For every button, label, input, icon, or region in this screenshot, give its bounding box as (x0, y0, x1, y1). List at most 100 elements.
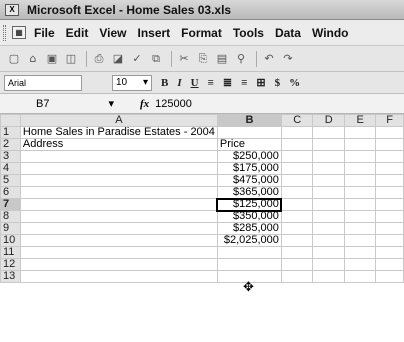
cell-f5[interactable] (375, 174, 404, 187)
cell-f9[interactable] (375, 222, 404, 235)
align-right-icon[interactable]: ≡ (241, 77, 247, 89)
cell-d4[interactable] (312, 162, 346, 175)
cell-f1[interactable] (375, 126, 404, 139)
research-icon[interactable]: ⧉ (148, 51, 164, 67)
excel-app-icon[interactable]: X (5, 3, 19, 16)
cell-e10[interactable] (344, 234, 377, 247)
permission-icon[interactable]: ◫ (63, 51, 79, 67)
menu-tools[interactable]: Tools (233, 26, 264, 40)
cell-f7[interactable] (375, 198, 404, 211)
cell-b9[interactable]: $285,000 (216, 222, 282, 235)
cell-e7[interactable] (344, 198, 377, 211)
cell-a3[interactable] (19, 150, 218, 163)
cell-a9[interactable] (19, 222, 218, 235)
workbook-icon[interactable]: ▦ (12, 26, 26, 39)
insert-function-icon[interactable]: fx (140, 98, 149, 110)
cell-d12[interactable] (312, 258, 346, 271)
align-center-icon[interactable]: ≣ (223, 76, 232, 89)
copy-icon[interactable]: ⎘ (195, 51, 211, 67)
merge-center-icon[interactable]: ⊞ (256, 76, 265, 89)
cell-f13[interactable] (375, 270, 404, 283)
row-header-6[interactable]: 6 (0, 186, 21, 199)
cell-f12[interactable] (375, 258, 404, 271)
column-header-f[interactable]: F (375, 114, 404, 127)
row-header-10[interactable]: 10 (0, 234, 21, 247)
row-header-4[interactable]: 4 (0, 162, 21, 175)
cell-b2[interactable]: Price (216, 138, 282, 151)
cell-d6[interactable] (312, 186, 346, 199)
cell-a4[interactable] (19, 162, 218, 175)
cell-b11[interactable] (216, 246, 282, 259)
cell-b7[interactable]: $125,000 (216, 197, 283, 212)
cell-c1[interactable] (280, 126, 314, 139)
cell-a2[interactable]: Address (19, 138, 218, 151)
cell-a7[interactable] (19, 198, 218, 211)
cell-f8[interactable] (375, 210, 404, 223)
cell-b5[interactable]: $475,000 (216, 174, 282, 187)
cell-d1[interactable] (312, 126, 346, 139)
cell-e2[interactable] (344, 138, 377, 151)
menu-insert[interactable]: Insert (137, 26, 170, 40)
save-icon[interactable]: ▣ (44, 51, 60, 67)
bold-button[interactable]: B (161, 77, 168, 89)
cell-b6[interactable]: $365,000 (216, 186, 282, 199)
formula-input[interactable]: 125000 (155, 98, 192, 110)
cell-e8[interactable] (344, 210, 377, 223)
cell-d7[interactable] (312, 198, 346, 211)
row-header-7[interactable]: 7 (0, 198, 21, 211)
cell-d3[interactable] (312, 150, 346, 163)
cell-a5[interactable] (19, 174, 218, 187)
redo-icon[interactable]: ↷ (280, 51, 296, 67)
cell-c3[interactable] (280, 150, 314, 163)
menu-file[interactable]: File (34, 26, 55, 40)
new-icon[interactable]: ▢ (6, 51, 22, 67)
cell-d5[interactable] (312, 174, 346, 187)
column-header-c[interactable]: C (280, 114, 314, 127)
currency-button[interactable]: $ (275, 77, 281, 89)
font-name-select[interactable]: Arial (4, 74, 82, 91)
print-icon[interactable]: ⎙ (91, 51, 107, 67)
cell-c5[interactable] (280, 174, 314, 187)
menu-edit[interactable]: Edit (66, 26, 89, 40)
paste-icon[interactable]: ▤ (214, 51, 230, 67)
column-header-b[interactable]: B (216, 114, 282, 127)
cell-a1[interactable]: Home Sales in Paradise Estates - 2004 (19, 126, 218, 139)
cell-f11[interactable] (375, 246, 404, 259)
column-header-e[interactable]: E (344, 114, 377, 127)
underline-button[interactable]: U (191, 77, 199, 89)
cell-f4[interactable] (375, 162, 404, 175)
cell-d2[interactable] (312, 138, 346, 151)
row-header-13[interactable]: 13 (0, 270, 21, 283)
cell-b10[interactable]: $2,025,000 (216, 234, 282, 247)
cell-a12[interactable] (19, 258, 218, 271)
cell-e1[interactable] (344, 126, 377, 139)
row-header-5[interactable]: 5 (0, 174, 21, 187)
cell-a10[interactable] (19, 234, 218, 247)
cell-f10[interactable] (375, 234, 404, 247)
chevron-down-icon[interactable]: ▾ (108, 97, 114, 110)
cell-d11[interactable] (312, 246, 346, 259)
cell-f2[interactable] (375, 138, 404, 151)
column-header-a[interactable]: A (19, 114, 218, 127)
select-all-corner[interactable] (0, 114, 21, 127)
cell-e13[interactable] (344, 270, 377, 283)
cell-c7[interactable] (280, 198, 314, 211)
cell-e5[interactable] (344, 174, 377, 187)
cell-c9[interactable] (280, 222, 314, 235)
chevron-down-icon[interactable]: ▾ (143, 77, 148, 88)
row-header-11[interactable]: 11 (0, 246, 21, 259)
cell-e11[interactable] (344, 246, 377, 259)
cell-a8[interactable] (19, 210, 218, 223)
cell-c11[interactable] (280, 246, 314, 259)
row-header-8[interactable]: 8 (0, 210, 21, 223)
cell-b1[interactable] (216, 126, 282, 139)
cell-f3[interactable] (375, 150, 404, 163)
cell-d13[interactable] (312, 270, 346, 283)
italic-button[interactable]: I (177, 77, 181, 89)
format-painter-icon[interactable]: ⚲ (233, 51, 249, 67)
cell-a13[interactable] (19, 270, 218, 283)
cell-b8[interactable]: $350,000 (216, 210, 282, 223)
cell-a6[interactable] (19, 186, 218, 199)
row-header-3[interactable]: 3 (0, 150, 21, 163)
cell-e9[interactable] (344, 222, 377, 235)
